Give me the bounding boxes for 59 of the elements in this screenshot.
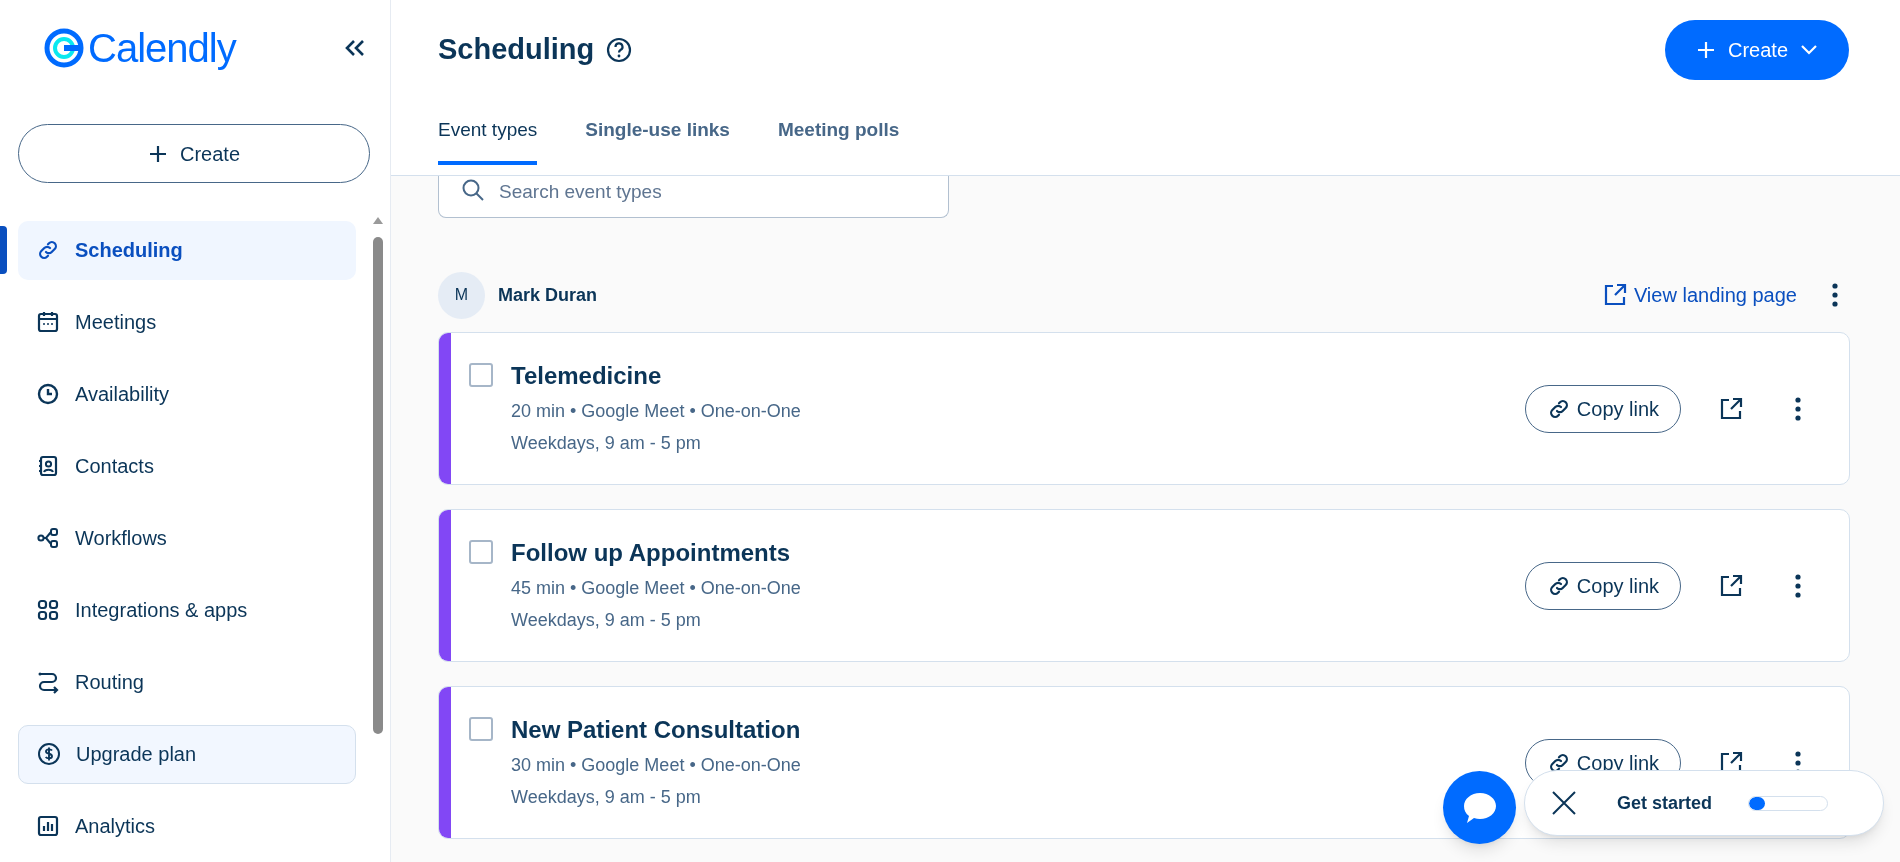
create-button[interactable]: Create xyxy=(1665,20,1849,80)
collapse-icon[interactable] xyxy=(344,37,366,58)
dollar-icon xyxy=(37,742,61,766)
tab[interactable]: Single-use links xyxy=(585,105,730,165)
event-details: 20 min • Google Meet • One-on-One xyxy=(511,400,801,422)
more-icon[interactable] xyxy=(1831,282,1839,308)
search-field[interactable]: Search event types xyxy=(438,176,949,218)
event-title: Telemedicine xyxy=(511,361,663,391)
nav-item[interactable]: Availability xyxy=(18,364,356,424)
nav-item[interactable]: Analytics xyxy=(18,796,356,856)
event-hours: Weekdays, 9 am - 5 pm xyxy=(511,432,702,454)
event-details: 30 min • Google Meet • One-on-One xyxy=(511,754,801,776)
checkbox[interactable] xyxy=(469,363,493,387)
event-title: Follow up Appointments xyxy=(511,538,792,568)
event-details: 45 min • Google Meet • One-on-One xyxy=(511,577,801,599)
chevron-down-icon xyxy=(1800,44,1818,56)
clock-icon xyxy=(36,382,60,406)
logo-text: Calendly xyxy=(88,27,236,68)
close-icon[interactable] xyxy=(1551,790,1577,816)
scroll-up-arrow-icon[interactable] xyxy=(372,215,384,225)
nav-item[interactable]: Upgrade plan xyxy=(18,724,356,784)
event-hours: Weekdays, 9 am - 5 pm xyxy=(511,786,702,808)
grid-icon xyxy=(36,598,60,622)
route-icon xyxy=(36,670,60,694)
external-link-icon[interactable] xyxy=(1718,395,1744,422)
event-type-card[interactable]: Follow up Appointments 45 min • Google Meet • One-on-One Weekdays, 9 am - 5 pm Copy link xyxy=(438,509,1850,662)
get-started-label[interactable]: Get started xyxy=(1617,789,1713,817)
tab[interactable]: Event types xyxy=(438,105,538,165)
nav-item[interactable]: Workflows xyxy=(18,508,356,568)
help-icon[interactable] xyxy=(606,37,633,63)
logo-icon xyxy=(44,27,84,68)
active-indicator xyxy=(0,226,7,274)
workflow-icon xyxy=(36,526,60,550)
user-name: Mark Duran xyxy=(498,283,598,307)
contact-card-icon xyxy=(36,454,60,478)
more-icon[interactable] xyxy=(1794,395,1802,422)
page-title: Scheduling xyxy=(438,32,595,68)
external-link-icon[interactable] xyxy=(1718,572,1744,599)
plus-icon xyxy=(148,143,168,164)
checkbox[interactable] xyxy=(469,717,493,741)
tab[interactable]: Meeting polls xyxy=(777,105,900,165)
nav-item[interactable]: Meetings xyxy=(18,292,356,352)
event-title: New Patient Consultation xyxy=(511,715,801,745)
event-hours: Weekdays, 9 am - 5 pm xyxy=(511,609,702,631)
event-type-card[interactable]: Telemedicine 20 min • Google Meet • One-on-One Weekdays, 9 am - 5 pm Copy link xyxy=(438,332,1850,485)
more-icon[interactable] xyxy=(1794,572,1802,599)
nav-item[interactable]: Routing xyxy=(18,652,356,712)
view-landing-page-link[interactable]: View landing page xyxy=(1601,280,1797,310)
search-icon xyxy=(461,178,485,202)
user-avatar: M xyxy=(438,271,485,319)
nav-item[interactable]: Scheduling xyxy=(18,220,356,280)
chat-icon xyxy=(1461,790,1498,825)
plus-icon xyxy=(1696,40,1716,60)
link-icon xyxy=(36,238,60,262)
checkbox[interactable] xyxy=(469,540,493,564)
nav-item[interactable]: Contacts xyxy=(18,436,356,496)
nav-item[interactable]: Integrations & apps xyxy=(18,580,356,640)
bar-chart-icon xyxy=(36,814,60,838)
calendar-icon xyxy=(36,310,60,334)
